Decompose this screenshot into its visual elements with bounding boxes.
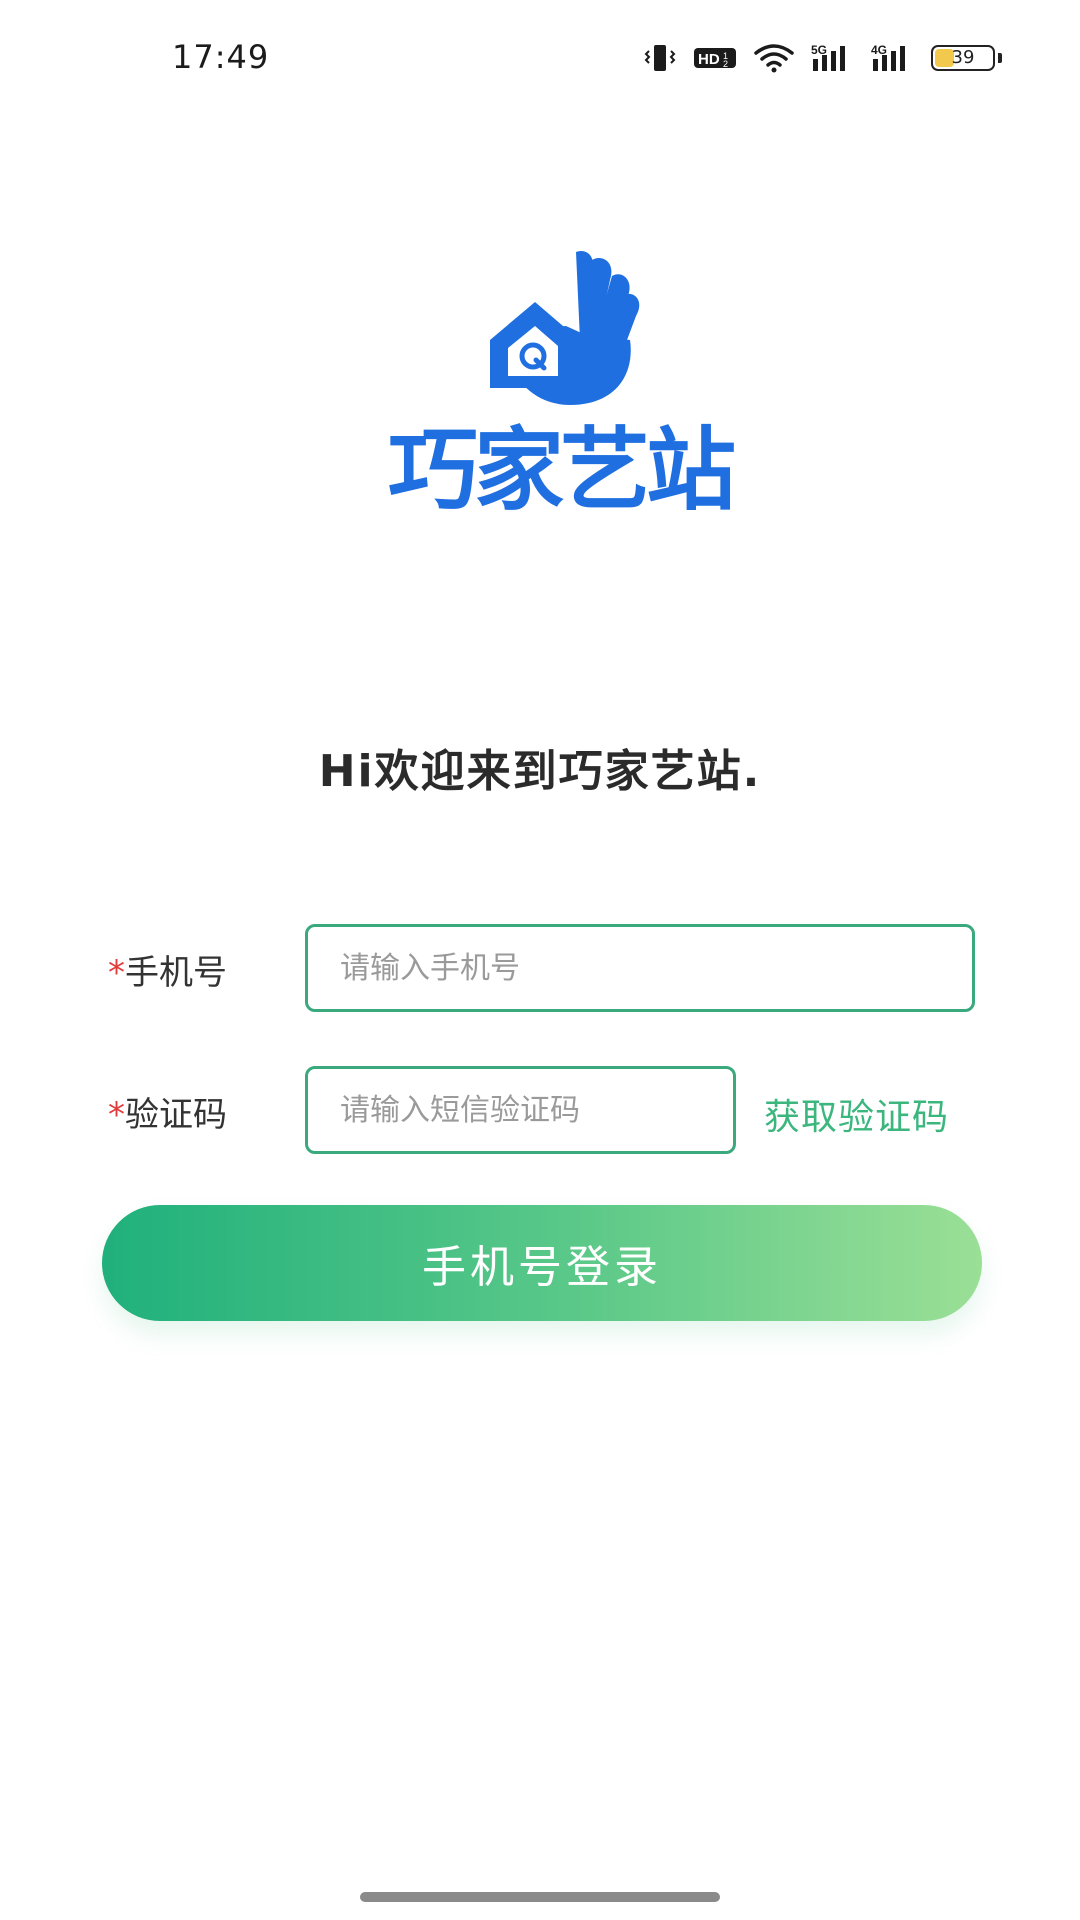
code-label: *验证码 [108, 1087, 227, 1136]
code-field[interactable] [305, 1066, 736, 1154]
phone-field[interactable] [305, 924, 975, 1012]
home-indicator[interactable] [360, 1892, 720, 1902]
battery-level: 39 [951, 47, 975, 68]
battery-cap [998, 53, 1002, 63]
ok-hand-house-icon [490, 250, 640, 405]
vibrate-icon [643, 43, 677, 73]
signal-4g-icon: 4G [871, 43, 915, 73]
phone-label: *手机号 [108, 945, 227, 994]
svg-text:HD: HD [698, 51, 720, 68]
code-input[interactable] [308, 1069, 733, 1151]
status-icons: HD 1 2 5G 4G 39 [643, 38, 1002, 78]
wifi-icon [753, 43, 795, 73]
svg-text:4G: 4G [871, 43, 887, 57]
code-label-text: 验证码 [125, 1095, 227, 1135]
login-screen: 17:49 HD 1 2 5G 4G 39 巧家艺站 Hi欢迎来到巧家艺站. *… [0, 0, 1080, 1920]
required-mark: * [108, 953, 125, 993]
get-code-button[interactable]: 获取验证码 [764, 1088, 949, 1140]
status-time: 17:49 [172, 38, 270, 76]
welcome-heading: Hi欢迎来到巧家艺站. [318, 746, 762, 797]
svg-text:5G: 5G [811, 43, 827, 57]
logo-wordmark: 巧家艺站 [388, 417, 736, 523]
hd-voice-icon: HD 1 2 [693, 45, 737, 71]
status-bar: 17:49 HD 1 2 5G 4G 39 [0, 0, 1080, 112]
phone-label-text: 手机号 [125, 953, 227, 993]
signal-5g-icon: 5G [811, 43, 855, 73]
required-mark: * [108, 1095, 125, 1135]
phone-login-button[interactable]: 手机号登录 [102, 1205, 982, 1321]
svg-text:2: 2 [723, 59, 728, 69]
phone-input[interactable] [308, 927, 972, 1009]
battery-icon: 39 [931, 45, 995, 71]
